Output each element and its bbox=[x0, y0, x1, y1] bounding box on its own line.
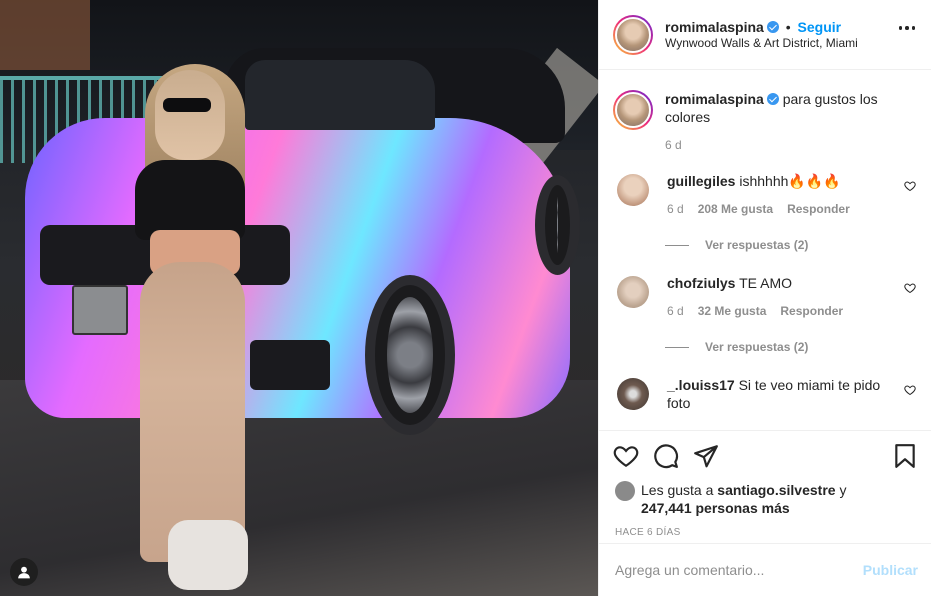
share-send-icon[interactable] bbox=[693, 443, 719, 469]
post-photo[interactable] bbox=[0, 0, 598, 596]
comment-avatar[interactable] bbox=[617, 378, 649, 410]
sneakers bbox=[168, 520, 248, 590]
caption-username[interactable]: romimalaspina bbox=[665, 91, 764, 107]
post-actions: Les gusta a santiago.silvestre y 247,441… bbox=[599, 430, 931, 538]
liker-username[interactable]: santiago.silvestre bbox=[717, 482, 835, 498]
comment-item: guillegiles ishhhhh🔥🔥🔥 6 d 208 Me gusta … bbox=[613, 172, 916, 218]
car-windshield bbox=[245, 60, 435, 130]
verified-badge-icon bbox=[766, 93, 779, 105]
follow-button[interactable]: Seguir bbox=[798, 19, 842, 35]
user-icon bbox=[18, 566, 30, 579]
comment-username[interactable]: _.louiss17 bbox=[667, 377, 735, 393]
reply-button[interactable]: Responder bbox=[780, 302, 843, 320]
comment-likes[interactable]: 208 Me gusta bbox=[698, 200, 773, 218]
reply-button[interactable]: Responder bbox=[787, 200, 850, 218]
woman-pants bbox=[140, 262, 245, 562]
avatar[interactable] bbox=[613, 14, 653, 55]
separator-dot: • bbox=[785, 18, 791, 35]
like-comment-heart-icon[interactable] bbox=[904, 282, 916, 294]
comment-age: 6 d bbox=[667, 304, 684, 318]
tagged-users-button[interactable] bbox=[10, 558, 38, 586]
add-comment-bar: Publicar bbox=[599, 543, 931, 596]
rear-wheel bbox=[535, 175, 580, 275]
likes-prefix: Les gusta a bbox=[641, 482, 714, 498]
comment-item: _.louiss17 Si te veo miami te pido foto bbox=[613, 376, 916, 412]
woman-face bbox=[155, 70, 225, 160]
comment-input[interactable] bbox=[615, 562, 863, 578]
comment-bubble-icon[interactable] bbox=[653, 443, 679, 469]
comment-username[interactable]: chofziulys bbox=[667, 275, 735, 291]
view-replies-button[interactable]: Ver respuestas (2) bbox=[665, 238, 916, 252]
comment-likes[interactable]: 32 Me gusta bbox=[698, 302, 767, 320]
likes-summary: Les gusta a santiago.silvestre y 247,441… bbox=[613, 481, 918, 517]
woman-top bbox=[135, 160, 245, 240]
post-side-panel: romimalaspina • Seguir Wynwood Walls & A… bbox=[598, 0, 931, 596]
like-heart-icon[interactable] bbox=[613, 443, 639, 469]
comments-list[interactable]: romimalaspina para gustos los colores 6 … bbox=[599, 71, 931, 429]
comment-age: 6 d bbox=[667, 202, 684, 216]
comment-text: ishhhhh🔥🔥🔥 bbox=[739, 173, 841, 189]
comment-avatar[interactable] bbox=[617, 174, 649, 206]
comment-avatar[interactable] bbox=[617, 276, 649, 308]
comment-username[interactable]: guillegiles bbox=[667, 173, 735, 189]
publish-button[interactable]: Publicar bbox=[863, 562, 918, 578]
like-comment-heart-icon[interactable] bbox=[904, 384, 916, 396]
post-timestamp: HACE 6 DÍAS bbox=[615, 527, 681, 538]
username-link[interactable]: romimalaspina bbox=[665, 19, 764, 35]
more-options-icon[interactable] bbox=[898, 26, 915, 30]
license-plate bbox=[72, 285, 128, 335]
post-header: romimalaspina • Seguir Wynwood Walls & A… bbox=[599, 0, 931, 70]
likes-connector: y bbox=[839, 482, 847, 498]
save-bookmark-icon[interactable] bbox=[892, 443, 918, 469]
front-wheel bbox=[365, 275, 455, 435]
comment-text: TE AMO bbox=[739, 275, 793, 291]
car-lower-grille bbox=[250, 340, 330, 390]
liker-avatar[interactable] bbox=[615, 481, 635, 501]
caption-age: 6 d bbox=[665, 138, 682, 152]
header-text: romimalaspina • Seguir Wynwood Walls & A… bbox=[665, 18, 858, 52]
background-wall bbox=[0, 0, 90, 70]
like-comment-heart-icon[interactable] bbox=[904, 180, 916, 192]
verified-badge-icon bbox=[766, 20, 779, 33]
view-replies-button[interactable]: Ver respuestas (2) bbox=[665, 340, 916, 354]
likes-count[interactable]: 247,441 personas más bbox=[641, 500, 790, 516]
caption-avatar[interactable] bbox=[613, 90, 653, 130]
sunglasses bbox=[163, 98, 211, 112]
caption: romimalaspina para gustos los colores 6 … bbox=[613, 90, 916, 154]
location-link[interactable]: Wynwood Walls & Art District, Miami bbox=[665, 36, 858, 52]
comment-item: chofziulys TE AMO 6 d 32 Me gusta Respon… bbox=[613, 274, 916, 320]
